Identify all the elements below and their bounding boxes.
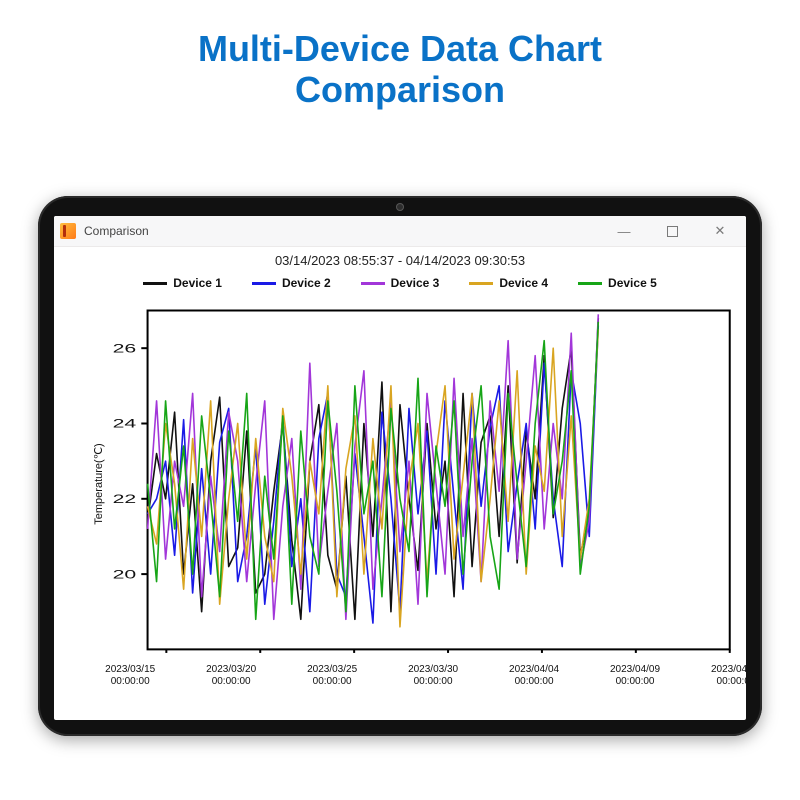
window-close-button[interactable]: ✕	[700, 216, 740, 246]
legend-item[interactable]: Device 5	[578, 276, 657, 290]
window-maximize-button[interactable]	[652, 216, 692, 246]
chart-area: 03/14/2023 08:55:37 - 04/14/2023 09:30:5…	[54, 247, 746, 720]
legend-item[interactable]: Device 2	[252, 276, 331, 290]
tablet-camera-icon	[396, 203, 404, 211]
x-tick-label: 2023/03/2000:00:00	[206, 664, 256, 688]
headline-line1: Multi-Device Data Chart	[0, 28, 800, 69]
x-tick-label: 2023/03/3000:00:00	[408, 664, 458, 688]
x-tick-label: 2023/04/1400:00:00	[711, 664, 746, 688]
app-icon	[60, 223, 76, 239]
legend-label: Device 2	[282, 276, 331, 290]
tablet-frame: Comparison — ✕ 03/14/2023 08:55:37 - 04/…	[38, 196, 762, 736]
app-window: Comparison — ✕ 03/14/2023 08:55:37 - 04/…	[54, 216, 746, 720]
y-axis-label: Temperature(℃)	[92, 443, 105, 524]
page-headline: Multi-Device Data Chart Comparison	[0, 0, 800, 111]
plot-container: 20 22 24 26	[110, 307, 736, 660]
legend-item[interactable]: Device 4	[469, 276, 548, 290]
svg-text:24: 24	[113, 417, 137, 431]
x-tick-label: 2023/04/0400:00:00	[509, 664, 559, 688]
window-minimize-button[interactable]: —	[604, 216, 644, 246]
headline-line2: Comparison	[0, 69, 800, 110]
legend-label: Device 3	[391, 276, 440, 290]
svg-text:20: 20	[113, 567, 137, 581]
x-tick-label: 2023/04/0900:00:00	[610, 664, 660, 688]
svg-text:26: 26	[113, 341, 137, 355]
x-axis-labels: 2023/03/1500:00:002023/03/2000:00:002023…	[110, 664, 736, 704]
x-tick-label: 2023/03/2500:00:00	[307, 664, 357, 688]
window-titlebar: Comparison — ✕	[54, 216, 746, 247]
legend-swatch-icon	[361, 282, 385, 285]
legend-swatch-icon	[252, 282, 276, 285]
legend-label: Device 5	[608, 276, 657, 290]
x-tick-label: 2023/03/1500:00:00	[105, 664, 155, 688]
legend-swatch-icon	[469, 282, 493, 285]
legend-item[interactable]: Device 3	[361, 276, 440, 290]
svg-text:22: 22	[113, 492, 137, 506]
chart-plot[interactable]: 20 22 24 26	[110, 307, 736, 660]
legend-label: Device 4	[499, 276, 548, 290]
legend-label: Device 1	[173, 276, 222, 290]
chart-legend: Device 1 Device 2 Device 3 Device 4 Device 5	[54, 276, 746, 290]
legend-item[interactable]: Device 1	[143, 276, 222, 290]
legend-swatch-icon	[143, 282, 167, 285]
chart-subtitle: 03/14/2023 08:55:37 - 04/14/2023 09:30:5…	[54, 253, 746, 268]
legend-swatch-icon	[578, 282, 602, 285]
page: Multi-Device Data Chart Comparison Compa…	[0, 0, 800, 800]
window-title: Comparison	[84, 224, 149, 238]
maximize-icon	[667, 226, 678, 237]
